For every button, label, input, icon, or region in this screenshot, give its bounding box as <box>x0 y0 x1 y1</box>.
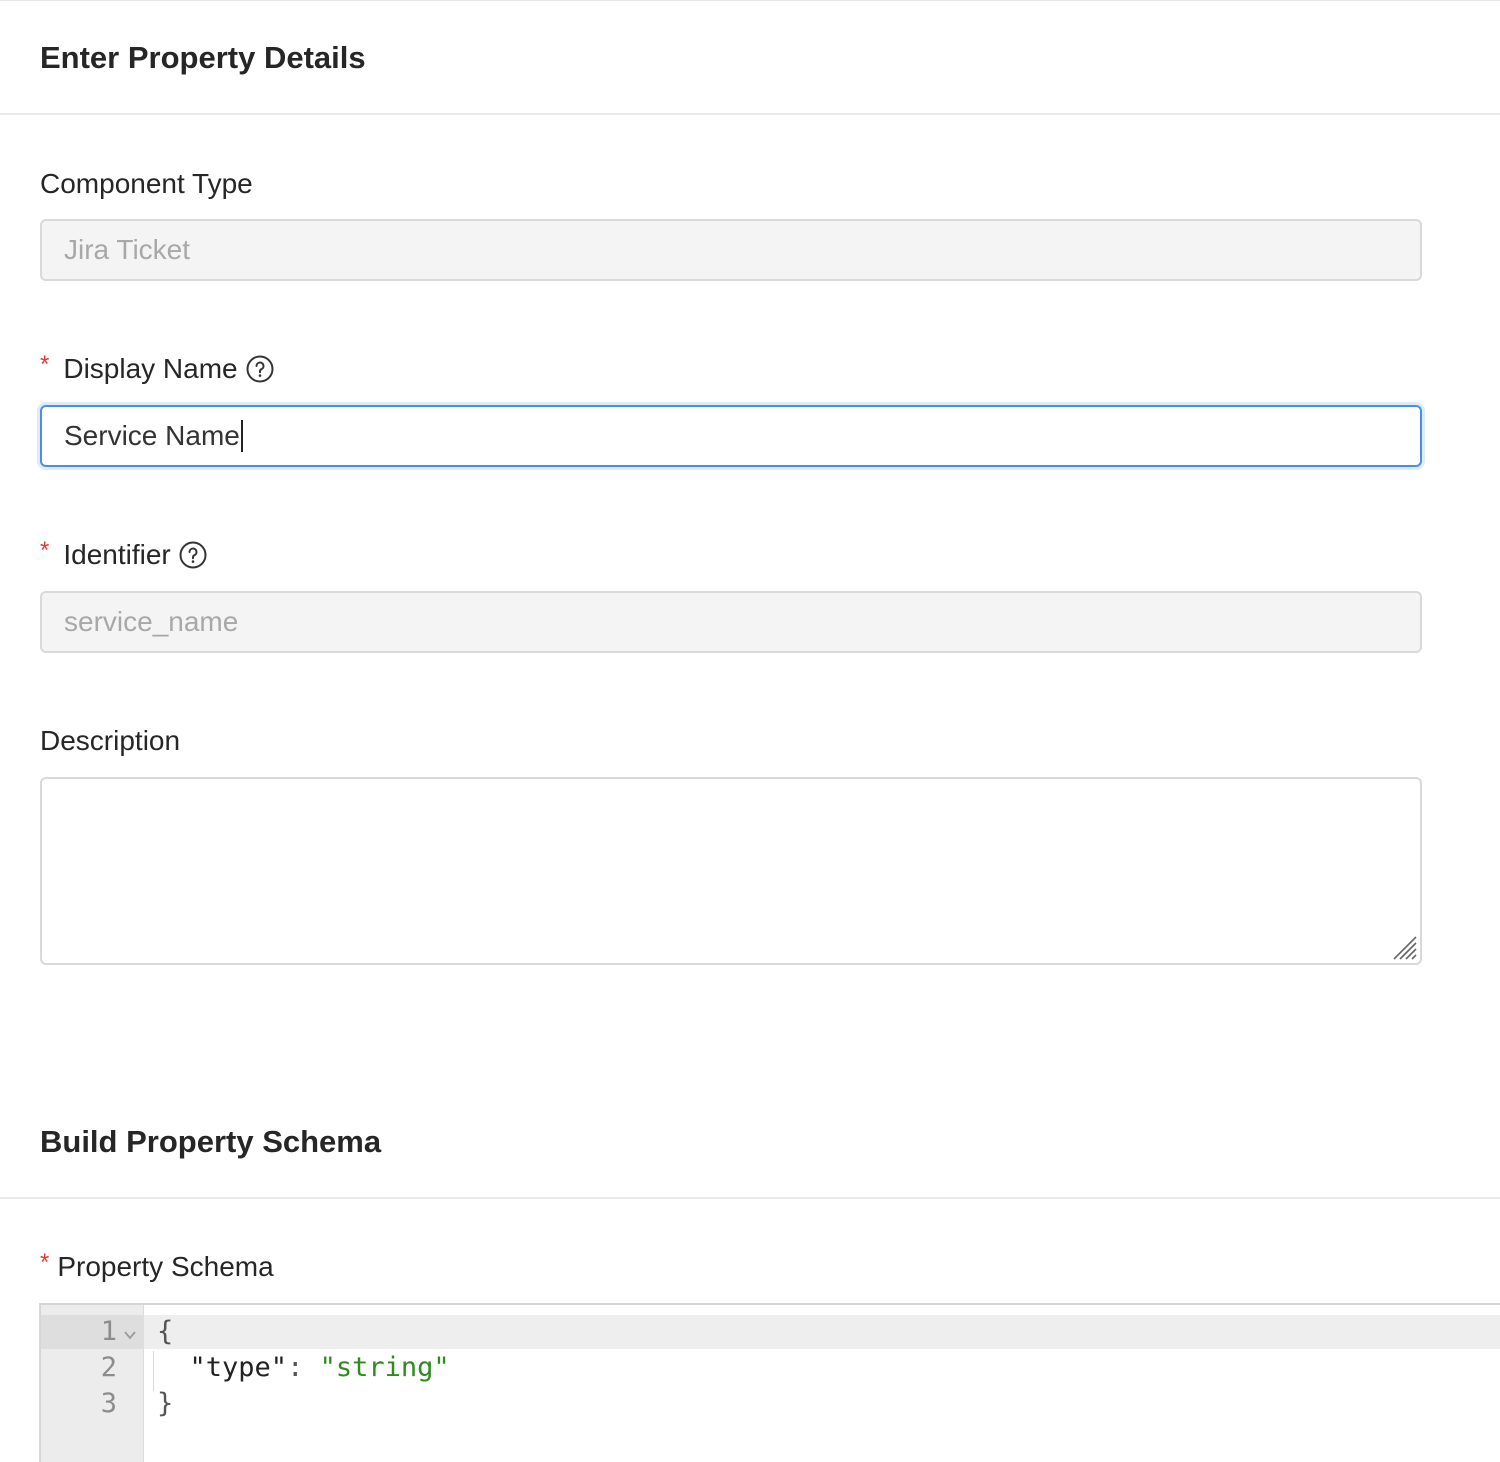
section-title-details: Enter Property Details <box>40 40 366 75</box>
display-name-label-text: Display Name <box>63 353 238 384</box>
display-name-label: * Display Name <box>40 351 274 385</box>
property-form: Enter Property Details Component Type Ji… <box>0 0 1500 1462</box>
property-schema-label-text: Property Schema <box>57 1251 274 1282</box>
code-line-2: "type": "string" <box>157 1352 450 1383</box>
section-header-schema: Build Property Schema <box>0 1100 1500 1199</box>
component-type-label-text: Component Type <box>40 168 253 199</box>
question-circle-icon[interactable] <box>246 355 274 383</box>
description-label: Description <box>40 725 180 757</box>
identifier-field: service_name <box>40 591 1422 653</box>
code-open-brace: { <box>157 1316 174 1347</box>
code-line-3: } <box>157 1388 173 1419</box>
description-textarea[interactable] <box>40 777 1422 965</box>
component-type-value: Jira Ticket <box>64 234 191 265</box>
display-name-value: Service Name <box>64 420 240 451</box>
required-mark: * <box>40 537 50 564</box>
line-number: 1 <box>100 1316 117 1347</box>
component-type-field: Jira Ticket <box>40 219 1422 281</box>
code-line-1: { <box>157 1316 173 1347</box>
description-label-text: Description <box>40 725 181 756</box>
active-line-highlight <box>41 1315 1500 1349</box>
line-number: 2 <box>100 1352 117 1383</box>
display-name-input[interactable]: Service Name <box>40 405 1422 467</box>
text-caret <box>240 420 243 452</box>
required-mark: * <box>40 1249 50 1276</box>
required-mark: * <box>40 351 50 378</box>
code-key: "type" <box>189 1352 288 1383</box>
code-close-brace: } <box>157 1388 174 1419</box>
indent-guide <box>153 1351 154 1391</box>
question-circle-icon[interactable] <box>179 541 207 569</box>
line-number: 3 <box>100 1388 117 1419</box>
component-type-label: Component Type <box>40 168 253 200</box>
resize-handle-icon[interactable] <box>1392 935 1418 961</box>
section-header-details: Enter Property Details <box>0 0 1500 115</box>
code-string-value: "string" <box>319 1352 450 1383</box>
chevron-down-icon[interactable] <box>123 1330 137 1340</box>
schema-code-editor[interactable]: 1 2 3 { "type": "string" } <box>39 1303 1500 1462</box>
identifier-label-text: Identifier <box>63 539 171 570</box>
code-colon: : <box>287 1352 320 1383</box>
property-schema-label: * Property Schema <box>40 1249 274 1283</box>
identifier-value: service_name <box>64 606 239 637</box>
section-title-schema: Build Property Schema <box>40 1124 382 1159</box>
identifier-label: * Identifier <box>40 537 207 571</box>
